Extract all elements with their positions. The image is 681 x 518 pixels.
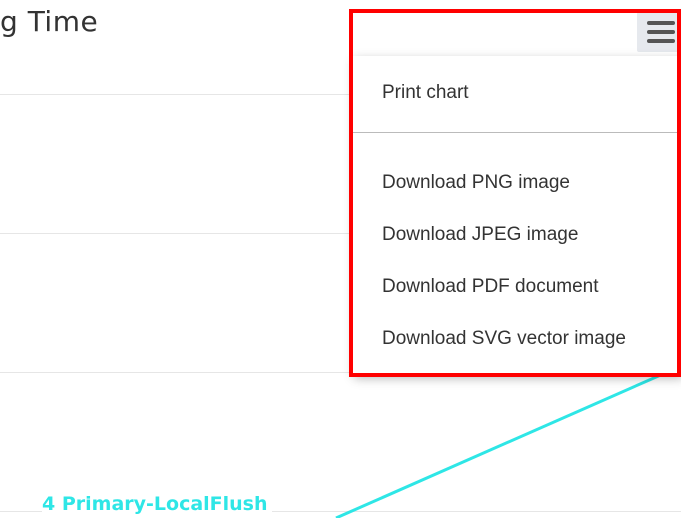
menu-item-download-jpeg[interactable]: Download JPEG image (382, 224, 578, 246)
menu-item-download-pdf[interactable]: Download PDF document (382, 276, 599, 298)
series-data-label: 4 Primary-LocalFlush (42, 493, 272, 515)
menu-item-download-png[interactable]: Download PNG image (382, 172, 570, 194)
chart-container: g Time 4 Primary-LocalFlush Print chart … (0, 0, 681, 518)
menu-item-download-svg[interactable]: Download SVG vector image (382, 328, 626, 350)
menu-bar (647, 39, 675, 43)
menu-bar (647, 21, 675, 25)
export-menu: Print chart Download PNG image Download … (352, 56, 681, 374)
hamburger-menu-icon[interactable] (637, 12, 681, 52)
series-line (335, 368, 673, 518)
menu-separator (352, 132, 681, 133)
menu-bar (647, 30, 675, 34)
menu-item-print-chart[interactable]: Print chart (382, 82, 469, 104)
